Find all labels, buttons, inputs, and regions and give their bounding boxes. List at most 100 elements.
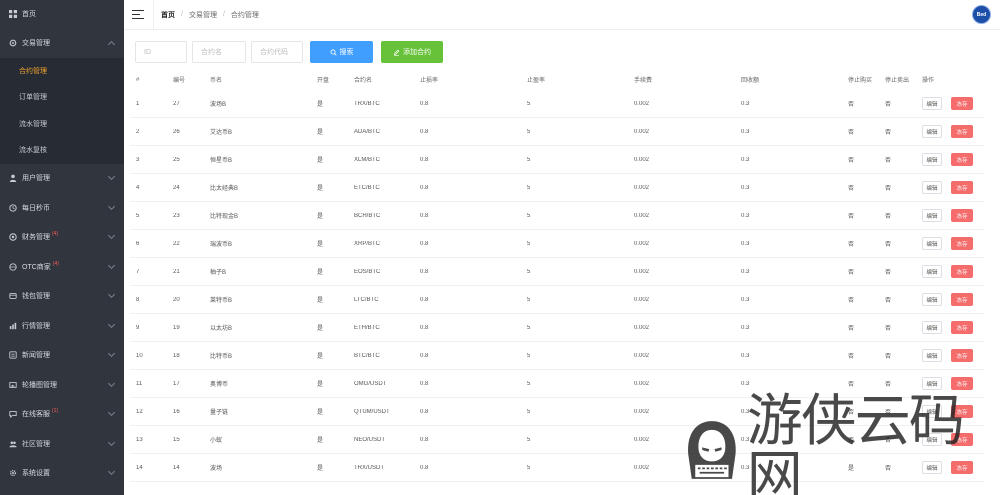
stop-button[interactable]: 冻存 <box>951 377 973 390</box>
stop-button[interactable]: 冻存 <box>951 125 973 138</box>
table-cell: 是 <box>317 130 324 136</box>
menu-toggle-icon[interactable] <box>132 9 144 20</box>
stop-button[interactable]: 冻存 <box>951 293 973 306</box>
sidebar-item-label: 钱包管理 <box>22 293 50 301</box>
column-header: # <box>136 76 140 83</box>
table-cell: 否 <box>885 130 892 136</box>
edit-button[interactable]: 编辑 <box>922 125 942 138</box>
stop-button[interactable]: 冻存 <box>951 209 973 222</box>
sidebar-item-0[interactable]: 用户管理 <box>0 164 124 194</box>
table-cell: 0.3 <box>741 296 750 303</box>
table-cell: 5 <box>527 296 531 303</box>
edit-button[interactable]: 编辑 <box>922 181 942 194</box>
edit-button[interactable]: 编辑 <box>922 293 942 306</box>
column-header: 停止卖出 <box>885 78 910 84</box>
sidebar-item-3[interactable]: OTC商家 (4) <box>0 252 124 282</box>
edit-button[interactable]: 编辑 <box>922 433 942 446</box>
sidebar-item-10[interactable]: 系统设置 <box>0 459 124 489</box>
stop-button[interactable]: 冻存 <box>951 321 973 334</box>
stop-button[interactable]: 冻存 <box>951 153 973 166</box>
table-cell: 否 <box>885 466 892 472</box>
sidebar-item-1[interactable]: 每日秒币 <box>0 193 124 223</box>
sidebar-subitem-contract[interactable]: 合约管理 <box>0 58 124 85</box>
chevron-down-icon <box>107 291 116 299</box>
sidebar-item-9[interactable]: 社区管理 <box>0 429 124 459</box>
table-cell: 11 <box>136 380 143 387</box>
id-input[interactable] <box>135 41 187 63</box>
table-cell: 25 <box>173 156 180 163</box>
edit-button[interactable]: 编辑 <box>922 237 942 250</box>
add-contract-button[interactable]: 添加合约 <box>381 41 443 63</box>
stop-button[interactable]: 冻存 <box>951 237 973 250</box>
sidebar-item-trade[interactable]: 交易管理 <box>0 28 124 58</box>
table-cell: 5 <box>527 240 531 247</box>
stop-button[interactable]: 冻存 <box>951 433 973 446</box>
row-actions: 编辑 冻存 <box>916 433 984 446</box>
sidebar-item-label: 每日秒币 <box>22 204 50 212</box>
table-cell: 否 <box>848 270 855 276</box>
table-cell: 0.002 <box>634 408 650 415</box>
sidebar-item-7[interactable]: 轮播图管理 <box>0 370 124 400</box>
table-cell: 0.8 <box>420 408 429 415</box>
stop-button[interactable]: 冻存 <box>951 461 973 474</box>
stop-button[interactable]: 冻存 <box>951 181 973 194</box>
avatar[interactable]: Bed <box>972 5 991 24</box>
table-cell: 6 <box>136 240 140 247</box>
edit-button[interactable]: 编辑 <box>922 461 942 474</box>
sidebar-item-8[interactable]: 在线客服 (1) <box>0 400 124 430</box>
row-actions: 编辑 冻存 <box>916 209 984 222</box>
table-cell: 否 <box>848 130 855 136</box>
sidebar-item-2[interactable]: 财务管理 (4) <box>0 223 124 253</box>
table-cell: 0.8 <box>420 380 429 387</box>
table-row: 1 27 波场B 是 TRX/BTC 0.8 5 0.002 0.3 否 否 编辑 冻存 <box>130 90 984 118</box>
stop-button[interactable]: 冻存 <box>951 349 973 362</box>
breadcrumb-home[interactable]: 首页 <box>161 10 175 20</box>
sidebar-subitem-orders[interactable]: 订单管理 <box>0 84 124 111</box>
edit-button[interactable]: 编辑 <box>922 349 942 362</box>
edit-button[interactable]: 编辑 <box>922 153 942 166</box>
table-cell: 14 <box>136 464 143 471</box>
breadcrumb-trade[interactable]: 交易管理 <box>189 10 217 20</box>
table-cell: 0.8 <box>420 128 429 135</box>
edit-button[interactable]: 编辑 <box>922 97 942 110</box>
contract-table: # 编号 币名 开盘 合约名 止损率 止盈率 手续费 回收额 停止购买 停止卖出 操作 1 27 波场B 是… <box>130 69 984 482</box>
edit-button[interactable]: 编辑 <box>922 377 942 390</box>
stop-button[interactable]: 冻存 <box>951 97 973 110</box>
sidebar-item-badge: (4) <box>52 231 59 238</box>
edit-button[interactable]: 编辑 <box>922 209 942 222</box>
table-row: 10 18 比特币B 是 BTC/BTC 0.8 5 0.002 0.3 否 否 编辑 冻存 <box>130 342 984 370</box>
chevron-down-icon <box>107 379 116 387</box>
table-cell: 奥博币 <box>210 382 229 388</box>
edit-button[interactable]: 编辑 <box>922 321 942 334</box>
table-cell: ADA/BTC <box>354 128 381 135</box>
globe-icon <box>9 263 17 271</box>
table-cell: 0.002 <box>634 240 650 247</box>
table-cell: 比太经典B <box>210 186 239 192</box>
contract-code-input[interactable] <box>251 41 303 63</box>
edit-button[interactable]: 编辑 <box>922 265 942 278</box>
dashboard-icon <box>9 10 17 18</box>
table-cell: 0.8 <box>420 100 429 107</box>
sidebar-subitem-review[interactable]: 流水复核 <box>0 137 124 164</box>
stop-button[interactable]: 冻存 <box>951 265 973 278</box>
sidebar-item-home[interactable]: 首页 <box>0 0 124 28</box>
sidebar-item-label: 在线客服 <box>22 411 50 419</box>
table-cell: 5 <box>527 268 531 275</box>
edit-button[interactable]: 编辑 <box>922 405 942 418</box>
row-actions: 编辑 冻存 <box>916 237 984 250</box>
sidebar-item-label: 交易管理 <box>22 39 50 47</box>
search-button[interactable]: 搜索 <box>310 41 373 63</box>
table-cell: 0.8 <box>420 184 429 191</box>
gear-icon <box>9 469 17 477</box>
table-cell: 27 <box>173 100 180 107</box>
table-cell: QTUM/USDT <box>354 408 390 415</box>
sidebar-item-5[interactable]: 行情管理 <box>0 311 124 341</box>
row-actions: 编辑 冻存 <box>916 405 984 418</box>
sidebar-item-4[interactable]: 钱包管理 <box>0 282 124 312</box>
contract-name-input[interactable] <box>192 41 246 63</box>
stop-button[interactable]: 冻存 <box>951 405 973 418</box>
table-cell: 5 <box>527 436 531 443</box>
table-cell: 0.8 <box>420 464 429 471</box>
sidebar-subitem-flow[interactable]: 流水管理 <box>0 111 124 138</box>
sidebar-item-6[interactable]: 新闻管理 <box>0 341 124 371</box>
